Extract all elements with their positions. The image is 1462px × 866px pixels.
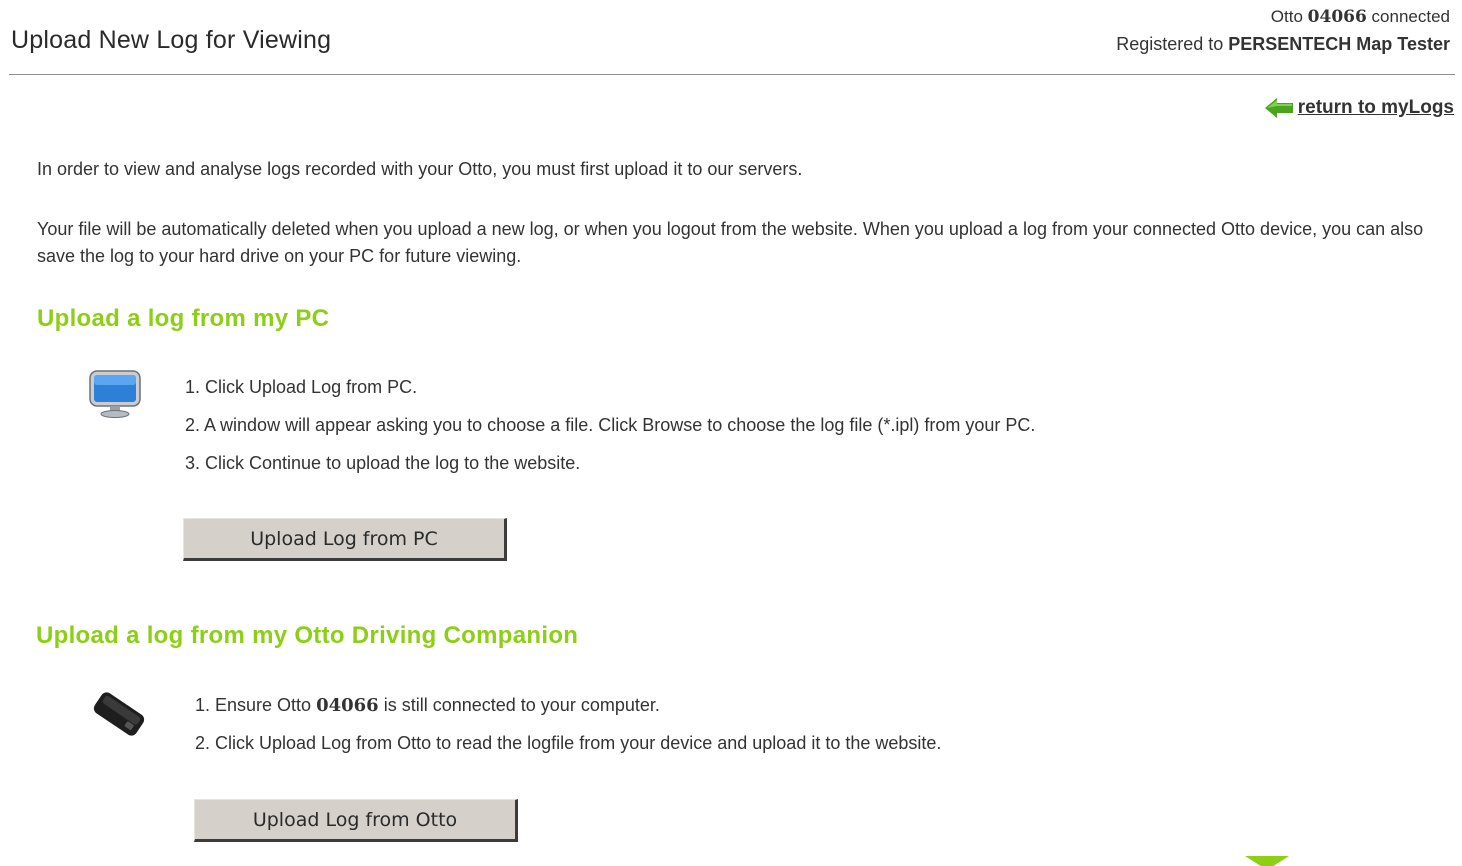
left-arrow-icon (1264, 97, 1295, 119)
header-divider (9, 74, 1455, 75)
monitor-icon (88, 370, 142, 418)
upload-log-from-pc-button[interactable]: Upload Log from PC (183, 518, 507, 561)
connection-prefix: Otto (1270, 7, 1303, 26)
page-title: Upload New Log for Viewing (11, 26, 332, 54)
step1-prefix: 1. Ensure Otto (195, 695, 312, 715)
otto-steps-list: 1. Ensure Otto 04066 is still connected … (195, 693, 941, 769)
intro-paragraph-1: In order to view and analyse logs record… (37, 159, 803, 179)
list-item: 2. A window will appear asking you to ch… (185, 415, 1036, 435)
connection-suffix: connected (1371, 7, 1450, 26)
intro-paragraph-2: Your file will be automatically deleted … (37, 219, 1424, 266)
pc-section-heading: Upload a log from my PC (37, 305, 330, 332)
upload-log-from-otto-button[interactable]: Upload Log from Otto (194, 799, 518, 842)
return-link-label: return to myLogs (1297, 97, 1454, 118)
step1-device-id: 04066 (316, 695, 379, 716)
otto-section-heading: Upload a log from my Otto Driving Compan… (36, 622, 579, 649)
registration-info: Registered to PERSENTECH Map Tester (1116, 34, 1450, 55)
registered-owner: PERSENTECH Map Tester (1228, 34, 1450, 54)
list-item: 2. Click Upload Log from Otto to read th… (195, 733, 942, 753)
page: Upload New Log for Viewing Otto 04066 co… (0, 0, 1462, 866)
return-to-mylogs-link[interactable]: return to myLogs (1264, 97, 1454, 119)
green-arrow-icon (1243, 856, 1291, 866)
registration-prefix: Registered to (1116, 34, 1224, 54)
connected-device-id: 04066 (1307, 7, 1367, 27)
connection-status: Otto 04066 connected (1271, 7, 1450, 27)
step1-suffix: is still connected to your computer. (383, 695, 660, 715)
list-item: 3. Click Continue to upload the log to t… (185, 453, 581, 473)
device-icon (88, 688, 150, 740)
list-item: 1. Click Upload Log from PC. (185, 377, 418, 397)
pc-steps-list: 1. Click Upload Log from PC. 2. A window… (185, 375, 1035, 489)
list-item: 1. Ensure Otto 04066 is still connected … (195, 693, 941, 731)
